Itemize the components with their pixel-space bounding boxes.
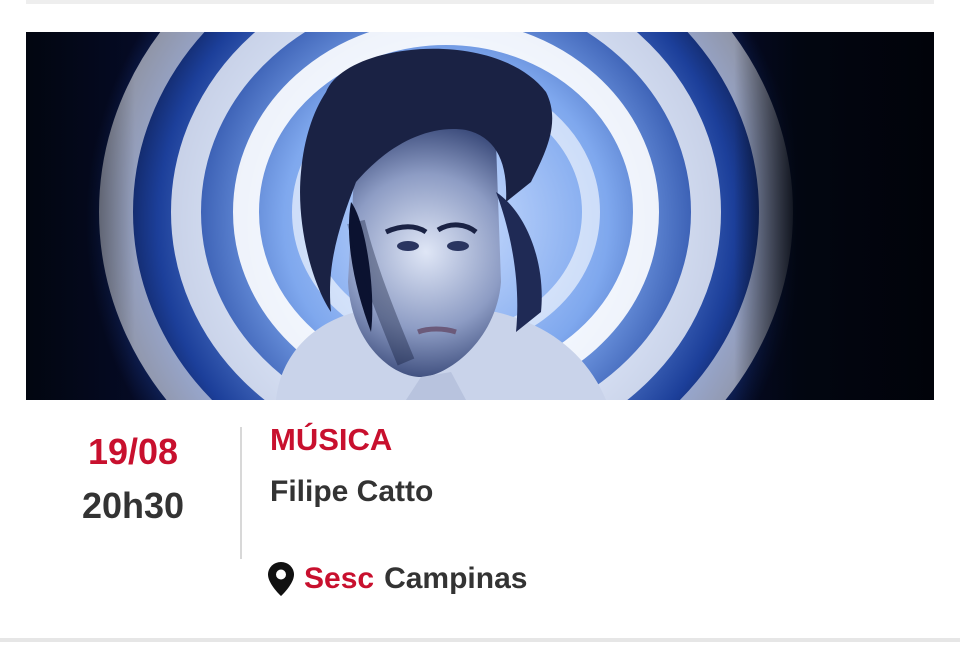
venue-city: Campinas — [384, 562, 528, 595]
date-time-column: 19/08 20h30 — [26, 426, 240, 524]
event-date: 19/08 — [87, 431, 179, 472]
event-location[interactable]: Sesc Campinas — [268, 562, 527, 596]
column-divider — [240, 427, 242, 559]
event-photo — [26, 32, 934, 400]
event-category[interactable]: MÚSICA — [270, 424, 392, 455]
event-title[interactable]: Filipe Catto — [270, 477, 433, 507]
event-card[interactable]: 19/08 20h30 MÚSICA Filipe Catto Sesc Cam… — [0, 0, 960, 658]
venue-brand: Sesc — [304, 562, 375, 595]
event-time: 20h30 — [81, 485, 185, 526]
bottom-divider — [0, 638, 960, 642]
event-info: MÚSICA Filipe Catto — [270, 424, 433, 507]
map-pin-icon — [268, 562, 294, 596]
event-image[interactable] — [26, 32, 934, 400]
